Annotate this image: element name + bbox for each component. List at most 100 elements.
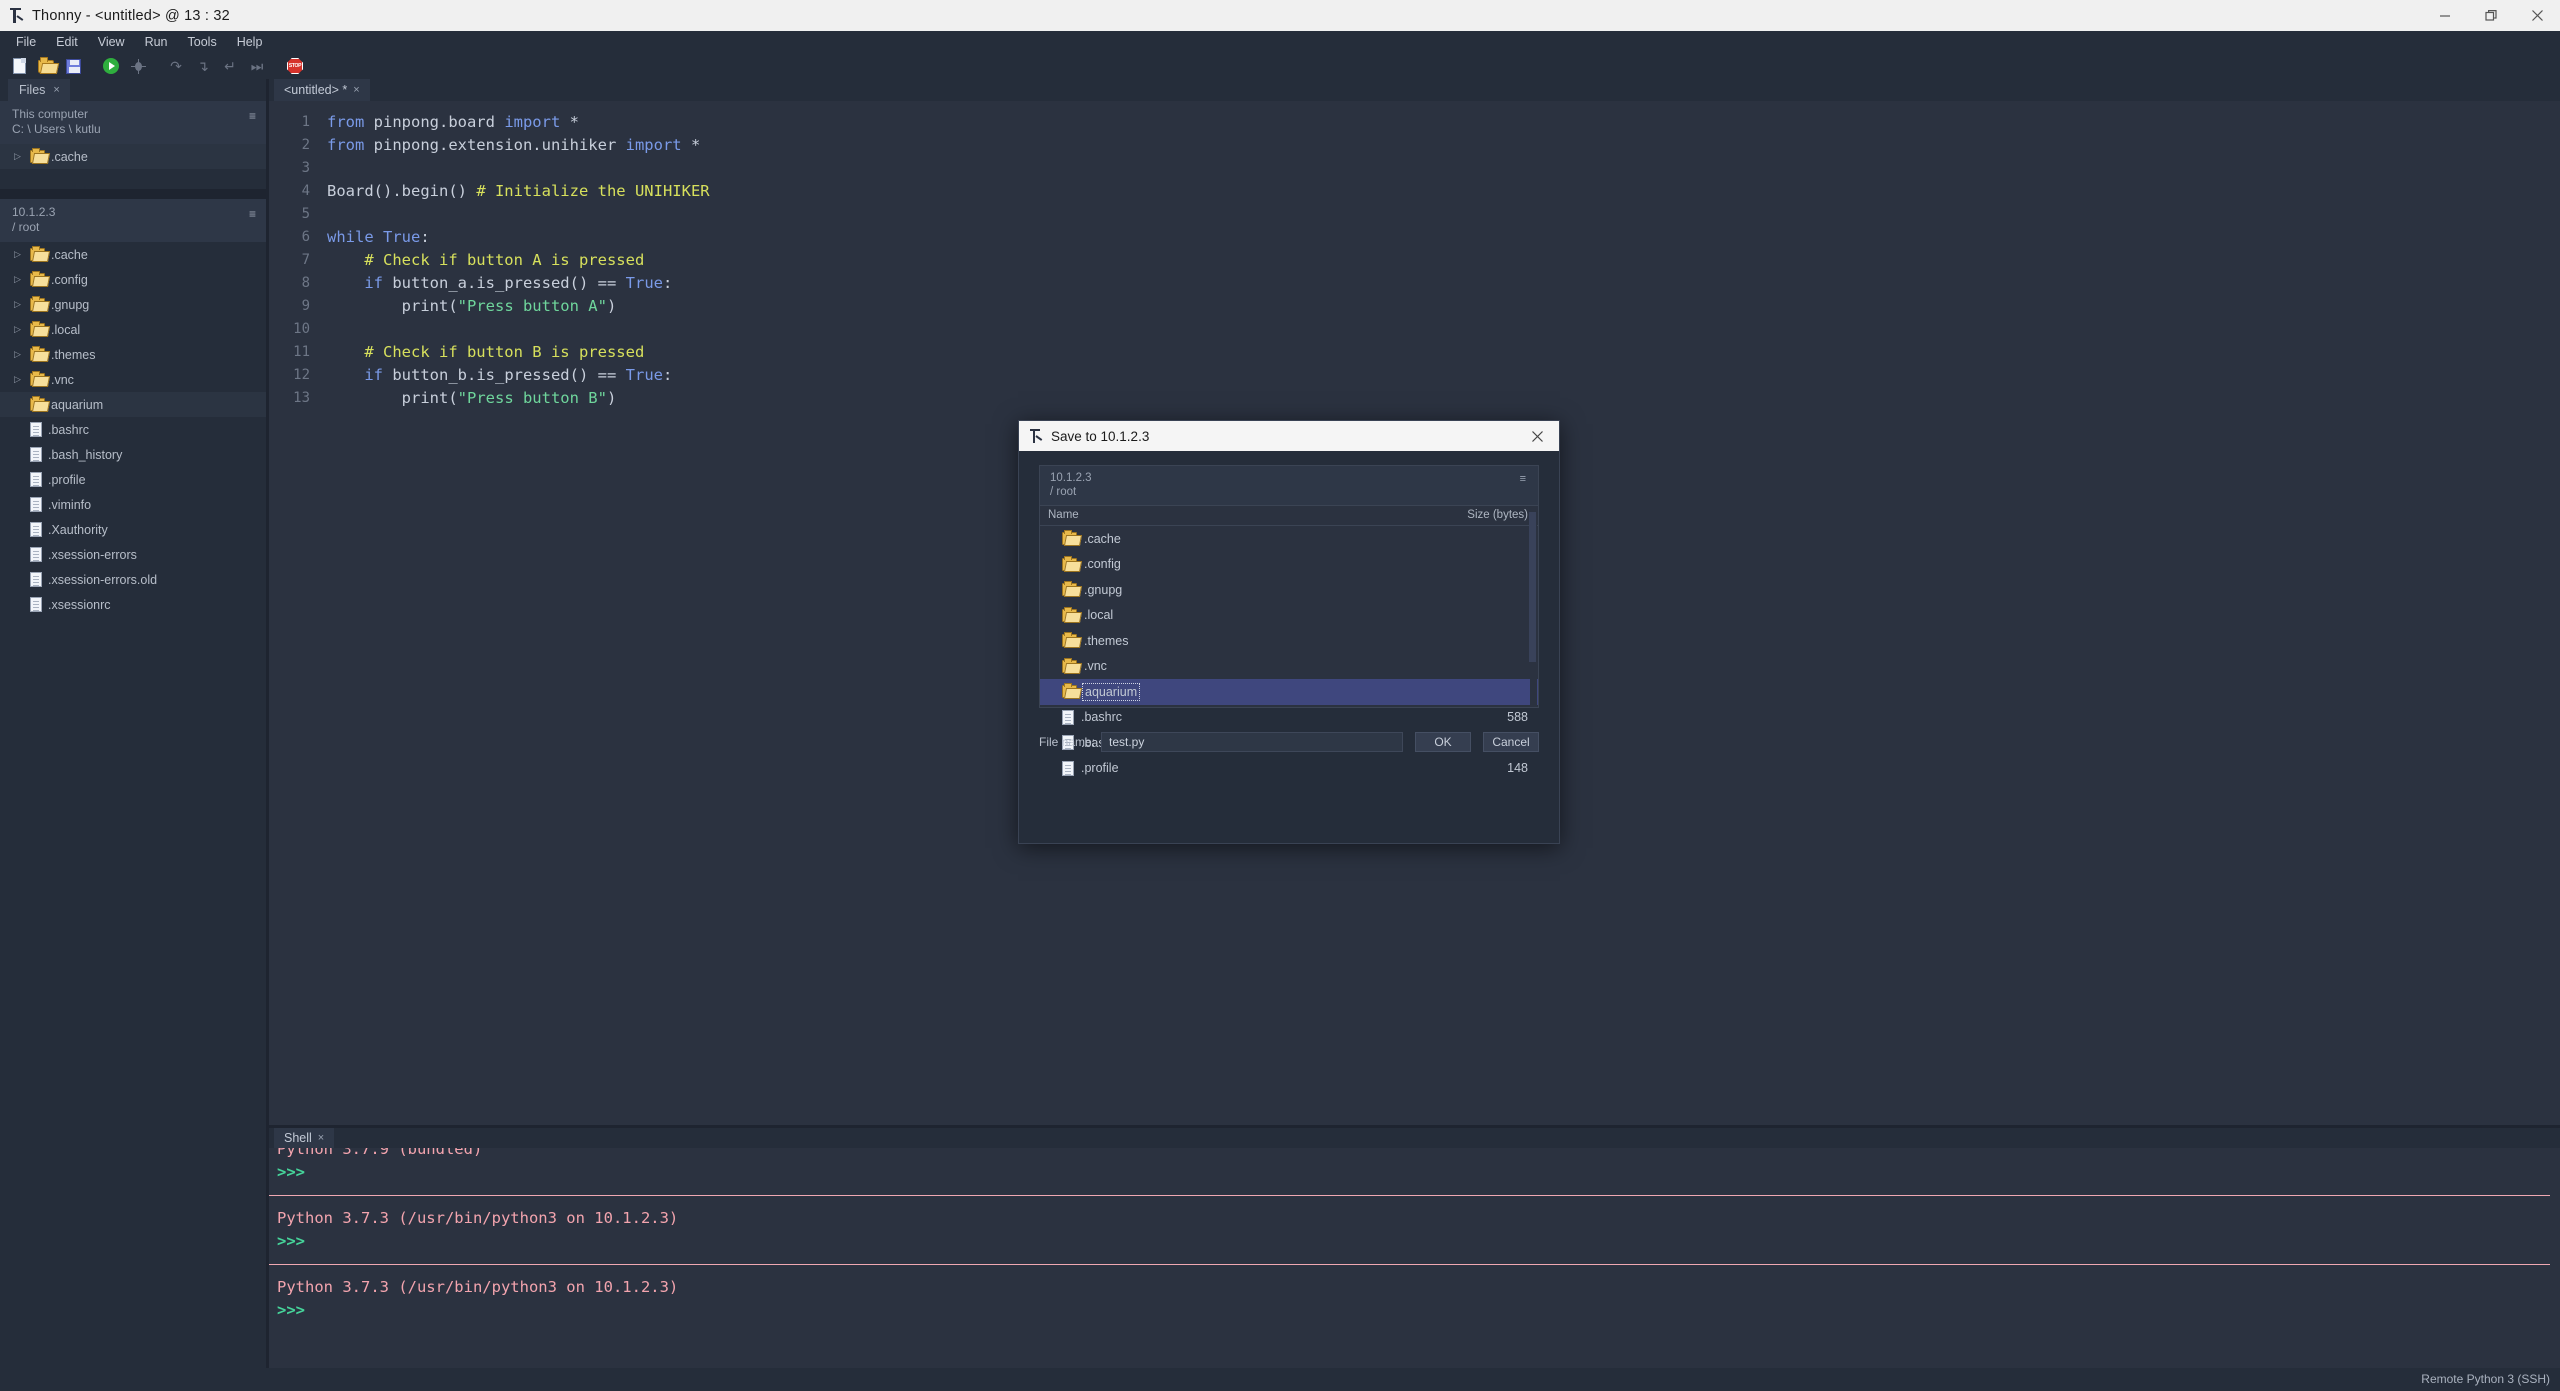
expand-chevron-icon[interactable]: ▷ — [14, 151, 24, 162]
new-file-icon[interactable] — [6, 54, 32, 78]
expand-chevron-icon[interactable]: ▷ — [14, 374, 24, 385]
menu-edit[interactable]: Edit — [46, 33, 88, 51]
file-icon — [1062, 709, 1074, 725]
restore-icon[interactable] — [2468, 0, 2514, 31]
list-item[interactable]: .xsessionrc — [0, 592, 266, 617]
shell-prompt[interactable]: >>> — [269, 1230, 2560, 1253]
remote-tree-menu-icon[interactable]: ≡ — [249, 208, 256, 220]
table-cell-name-focus: aquarium — [1081, 682, 1141, 701]
menu-run[interactable]: Run — [135, 33, 178, 51]
list-item-label: .xsession-errors.old — [48, 572, 158, 587]
step-out-icon[interactable]: ↵ — [217, 54, 243, 78]
table-row[interactable]: .gnupg — [1040, 577, 1538, 603]
line-number: 6 — [301, 229, 310, 245]
list-item[interactable]: ▷ .gnupg — [0, 292, 266, 317]
save-file-icon[interactable] — [60, 54, 86, 78]
code-token: button_b.is_pressed() — [383, 366, 598, 384]
local-tree-title: This computer — [12, 107, 89, 121]
code-token: * — [560, 113, 579, 131]
close-icon[interactable] — [2514, 0, 2560, 31]
tab-shell-close-icon[interactable]: × — [318, 1132, 324, 1144]
shell-banner: Python 3.7.3 (/usr/bin/python3 on 10.1.2… — [277, 1209, 679, 1227]
local-tree-menu-icon[interactable]: ≡ — [249, 110, 256, 122]
code-token: ) — [606, 389, 617, 407]
menu-view[interactable]: View — [88, 33, 135, 51]
table-row[interactable]: .config — [1040, 552, 1538, 578]
filename-input[interactable] — [1101, 732, 1403, 752]
file-icon — [30, 422, 42, 437]
tab-files[interactable]: Files × — [8, 79, 70, 101]
menu-help[interactable]: Help — [227, 33, 273, 51]
tab-files-close-icon[interactable]: × — [53, 84, 59, 96]
dialog-scrollbar-track[interactable] — [1529, 512, 1537, 706]
list-item[interactable]: .Xauthority — [0, 517, 266, 542]
shell-prompt[interactable]: >>> — [269, 1161, 2560, 1184]
table-row[interactable]: .local — [1040, 603, 1538, 629]
shell-prompt[interactable]: >>> — [269, 1299, 2560, 1322]
table-cell-name: .vnc — [1084, 659, 1107, 674]
table-row[interactable]: aquarium — [1040, 679, 1538, 705]
list-item[interactable]: .xsession-errors.old — [0, 567, 266, 592]
tab-untitled[interactable]: <untitled> * × — [274, 79, 370, 101]
tab-shell[interactable]: Shell × — [274, 1128, 335, 1148]
list-item[interactable]: .bash_history — [0, 442, 266, 467]
list-item[interactable]: .viminfo — [0, 492, 266, 517]
expand-chevron-icon[interactable]: ▷ — [14, 249, 24, 260]
expand-chevron-icon[interactable]: ▷ — [14, 324, 24, 335]
table-cell-name: .gnupg — [1084, 582, 1123, 597]
list-item[interactable]: ▷ .cache — [0, 242, 266, 267]
expand-chevron-icon[interactable]: ▷ — [14, 299, 24, 310]
folder-icon — [30, 346, 45, 361]
dialog-scrollbar-thumb[interactable] — [1529, 512, 1536, 662]
shell-output[interactable]: Python 3.7.9 (bundled) >>> Python 3.7.3 (/… — [269, 1148, 2560, 1368]
menu-file[interactable]: File — [6, 33, 46, 51]
dialog-file-browser: 10.1.2.3 / root ≡ Name Size (bytes) .cac… — [1039, 465, 1539, 776]
list-item[interactable]: ▷ .local — [0, 317, 266, 342]
debug-icon[interactable] — [125, 54, 151, 78]
stop-icon[interactable]: STOP — [282, 54, 308, 78]
table-row[interactable]: .bashrc 588 — [1040, 705, 1538, 731]
code-token: import — [504, 113, 561, 131]
menu-tools[interactable]: Tools — [178, 33, 227, 51]
table-row[interactable]: .cache — [1040, 526, 1538, 552]
list-item[interactable]: .profile — [0, 467, 266, 492]
dialog-browser-menu-icon[interactable]: ≡ — [1520, 473, 1526, 485]
folder-icon — [1062, 530, 1077, 546]
list-item[interactable]: ▷ .themes — [0, 342, 266, 367]
list-item[interactable]: .xsession-errors — [0, 542, 266, 567]
list-item[interactable]: ▷ .cache — [0, 144, 266, 169]
line-number: 8 — [301, 275, 310, 291]
open-file-icon[interactable] — [33, 54, 59, 78]
shell-separator — [269, 1195, 2550, 1196]
tab-shell-label: Shell — [284, 1131, 312, 1145]
file-icon — [30, 522, 42, 537]
dialog-close-icon[interactable] — [1515, 421, 1559, 451]
resume-icon[interactable]: ⏭ — [244, 54, 270, 78]
expand-chevron-icon[interactable]: ▷ — [14, 349, 24, 360]
tab-untitled-close-icon[interactable]: × — [353, 84, 359, 96]
table-row[interactable]: .vnc — [1040, 654, 1538, 680]
code-token: ) — [606, 297, 617, 315]
list-item[interactable]: ▷ .config — [0, 267, 266, 292]
list-item[interactable]: aquarium — [0, 392, 266, 417]
step-into-icon[interactable]: ↴ — [190, 54, 216, 78]
column-header-size[interactable]: Size (bytes) — [1458, 509, 1528, 521]
ok-button[interactable]: OK — [1415, 732, 1471, 752]
column-header-name[interactable]: Name — [1048, 509, 1458, 521]
local-file-tree: This computer C: \ Users \ kutlu ≡ ▷ .ca… — [0, 101, 266, 189]
file-icon — [1062, 760, 1074, 776]
expand-chevron-icon[interactable]: ▷ — [14, 274, 24, 285]
list-item[interactable]: .bashrc — [0, 417, 266, 442]
code-token: # Initialize the UNIHIKER — [476, 182, 710, 200]
minimize-icon[interactable] — [2422, 0, 2468, 31]
run-icon[interactable] — [98, 54, 124, 78]
interpreter-status[interactable]: Remote Python 3 (SSH) — [2421, 1372, 2550, 1386]
cancel-button[interactable]: Cancel — [1483, 732, 1539, 752]
table-row[interactable]: .profile 148 — [1040, 756, 1538, 782]
table-row[interactable]: .themes — [1040, 628, 1538, 654]
table-cell-size: 588 — [1507, 710, 1528, 725]
step-over-icon[interactable]: ↷ — [163, 54, 189, 78]
remote-tree-path: / root — [12, 220, 40, 234]
list-item[interactable]: ▷ .vnc — [0, 367, 266, 392]
